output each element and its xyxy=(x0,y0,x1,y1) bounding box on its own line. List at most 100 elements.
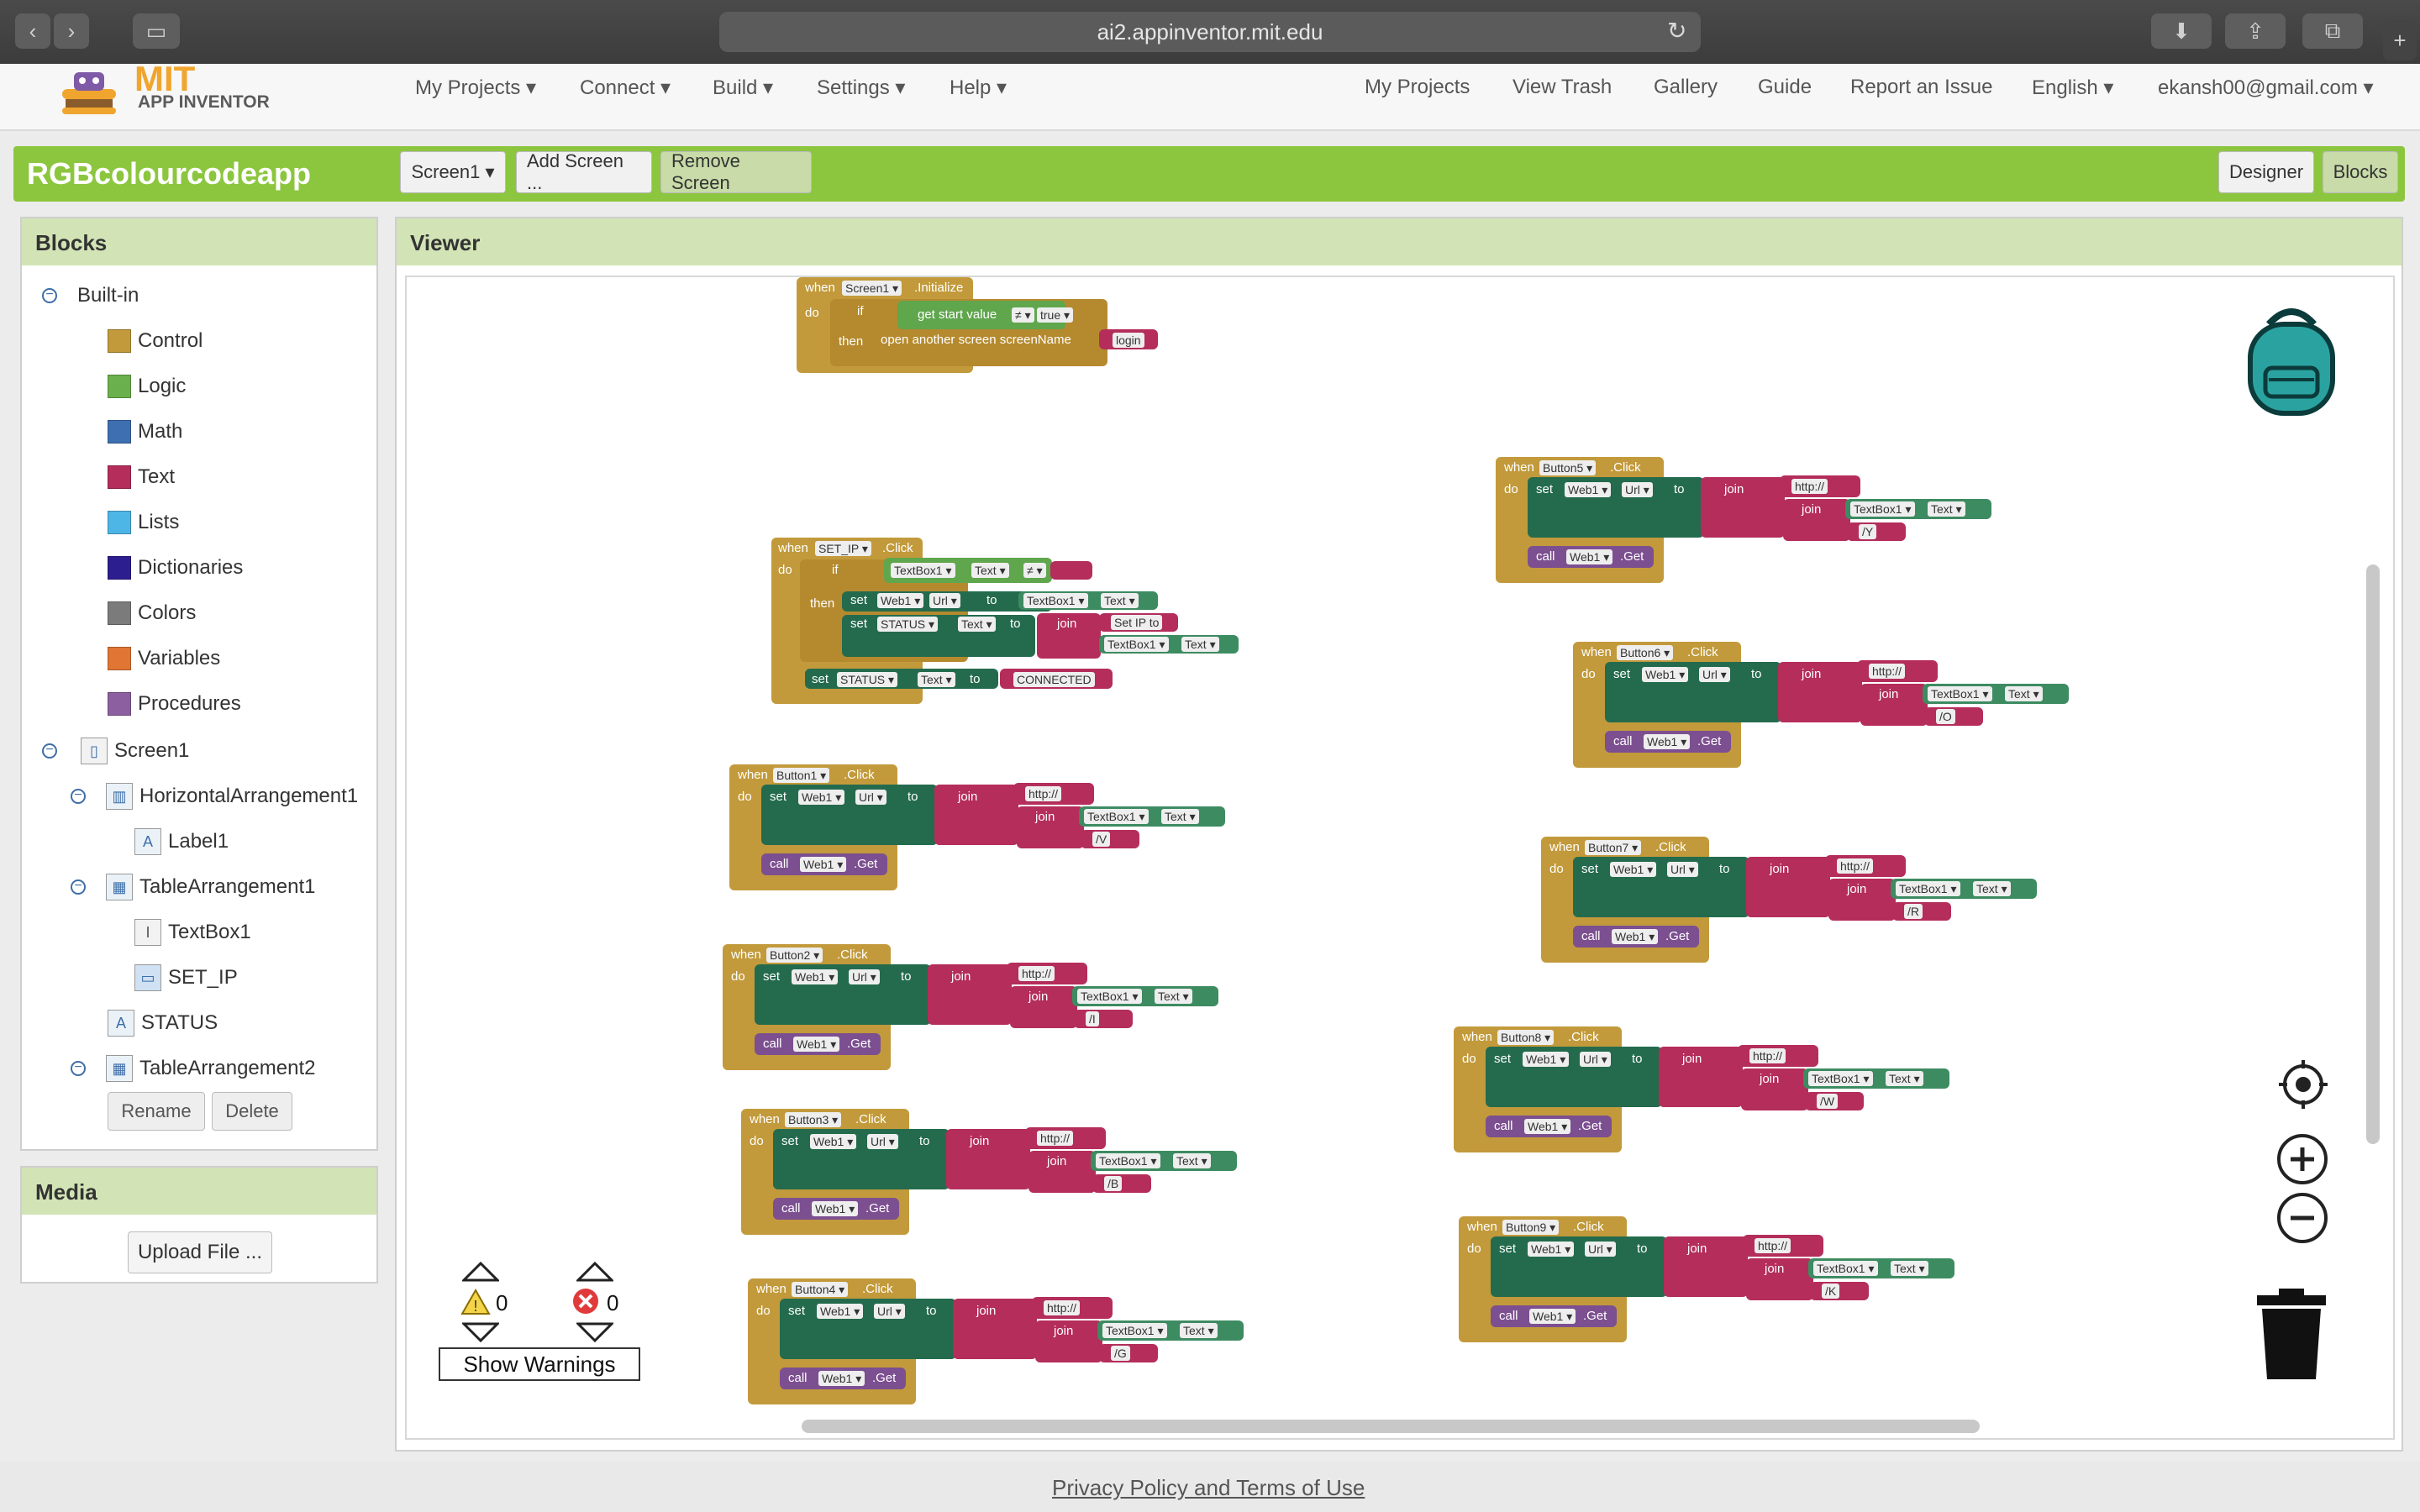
textbox-select[interactable]: TextBox1 ▾ xyxy=(1928,686,1992,701)
category-math[interactable]: Math xyxy=(108,420,182,444)
add-screen-button[interactable]: Add Screen ... xyxy=(516,150,652,193)
upload-file-button[interactable]: Upload File ... xyxy=(128,1231,272,1273)
chevron-right-icon[interactable]: › xyxy=(54,13,89,49)
plus-icon[interactable]: + xyxy=(2383,20,2417,60)
category-dictionaries[interactable]: Dictionaries xyxy=(108,556,243,580)
trash-icon[interactable] xyxy=(2254,1287,2329,1381)
collapse-icon[interactable]: − xyxy=(42,288,57,303)
backpack-icon[interactable] xyxy=(2235,299,2348,417)
set-ip-click-block[interactable]: when SET_IP ▾ .Click do if TextBox1 ▾ Text ▾ ≠ … xyxy=(771,538,1242,706)
text-prop-select[interactable]: Text ▾ xyxy=(971,563,1009,578)
web-select[interactable]: Web1 ▾ xyxy=(1566,549,1613,564)
tree-table-arrangement2[interactable]: − ▦ TableArrangement2 xyxy=(71,1055,315,1082)
vertical-scrollbar[interactable] xyxy=(2366,564,2380,1144)
component-select[interactable]: Screen1 ▾ xyxy=(842,281,902,296)
nav-guide-link[interactable]: Guide xyxy=(1758,76,1812,99)
text-prop-select[interactable]: Text ▾ xyxy=(918,672,955,687)
component-select[interactable]: Button5 ▾ xyxy=(1539,460,1597,475)
textbox-select[interactable]: TextBox1 ▾ xyxy=(1102,1323,1167,1338)
url-select[interactable]: Url ▾ xyxy=(1699,667,1730,682)
suffix-string[interactable]: /V xyxy=(1092,832,1111,847)
nav-view-trash-link[interactable]: View Trash xyxy=(1512,76,1612,99)
warning-next-icon[interactable] xyxy=(460,1322,501,1344)
button-click-event-block[interactable]: when Button8 ▾ .Click do set Web1 ▾ Url ▾ to joi… xyxy=(1454,1026,1975,1152)
status-select[interactable]: STATUS ▾ xyxy=(877,617,939,632)
zoom-in-icon[interactable] xyxy=(2275,1132,2329,1186)
web-select[interactable]: Web1 ▾ xyxy=(793,1037,840,1052)
rename-button[interactable]: Rename xyxy=(108,1092,205,1131)
textbox-select[interactable]: TextBox1 ▾ xyxy=(1813,1261,1878,1276)
suffix-string[interactable]: /R xyxy=(1904,904,1923,919)
web-select[interactable]: Web1 ▾ xyxy=(1612,929,1659,944)
http-string[interactable]: http:// xyxy=(1037,1131,1074,1146)
url-select[interactable]: Url ▾ xyxy=(855,790,886,805)
component-select[interactable]: Button4 ▾ xyxy=(792,1282,849,1297)
nav-language-menu[interactable]: English ▾ xyxy=(2032,76,2113,100)
privacy-policy-link[interactable]: Privacy Policy and Terms of Use xyxy=(1052,1475,1365,1501)
url-select[interactable]: Url ▾ xyxy=(929,593,960,608)
http-string[interactable]: http:// xyxy=(1018,966,1055,981)
web-select[interactable]: Web1 ▾ xyxy=(818,1371,865,1386)
zoom-out-icon[interactable] xyxy=(2275,1191,2329,1245)
share-icon[interactable]: ⇪ xyxy=(2225,13,2286,49)
web-select[interactable]: Web1 ▾ xyxy=(812,1201,859,1216)
nav-help-menu[interactable]: Help ▾ xyxy=(950,76,1007,100)
set-ip-string[interactable]: Set IP to xyxy=(1111,615,1163,630)
chevron-left-icon[interactable]: ‹ xyxy=(15,13,50,49)
web-select[interactable]: Web1 ▾ xyxy=(798,790,845,805)
text-prop-select[interactable]: Text ▾ xyxy=(958,617,996,632)
screen-select[interactable]: Screen1 ▾ xyxy=(400,151,506,193)
text-prop-select[interactable]: Text ▾ xyxy=(1155,989,1192,1004)
web-select[interactable]: Web1 ▾ xyxy=(1529,1309,1576,1324)
http-string[interactable]: http:// xyxy=(1044,1300,1081,1315)
text-prop-select[interactable]: Text ▾ xyxy=(1173,1153,1211,1168)
connected-string[interactable]: CONNECTED xyxy=(1013,672,1095,687)
url-select[interactable]: Url ▾ xyxy=(1667,862,1698,877)
category-colors[interactable]: Colors xyxy=(108,601,196,625)
url-select[interactable]: Url ▾ xyxy=(874,1304,905,1319)
web-select[interactable]: Web1 ▾ xyxy=(792,969,839,984)
suffix-string[interactable]: /B xyxy=(1104,1176,1123,1191)
button-click-event-block[interactable]: when Button3 ▾ .Click do set Web1 ▾ Url ▾ to joi… xyxy=(741,1109,1262,1235)
textbox-select[interactable]: TextBox1 ▾ xyxy=(891,563,955,578)
delete-button[interactable]: Delete xyxy=(212,1092,292,1131)
button-click-event-block[interactable]: when Button7 ▾ .Click do set Web1 ▾ Url ▾ to joi… xyxy=(1541,837,2062,963)
text-prop-select[interactable]: Text ▾ xyxy=(2005,686,2043,701)
http-string[interactable]: http:// xyxy=(1749,1048,1786,1063)
web-select[interactable]: Web1 ▾ xyxy=(817,1304,864,1319)
suffix-string[interactable]: /O xyxy=(1936,709,1955,724)
url-select[interactable]: Url ▾ xyxy=(1580,1052,1611,1067)
web-select[interactable]: Web1 ▾ xyxy=(1610,862,1657,877)
http-string[interactable]: http:// xyxy=(1837,858,1874,874)
web-select[interactable]: Web1 ▾ xyxy=(1528,1242,1575,1257)
textbox-select[interactable]: TextBox1 ▾ xyxy=(1104,637,1169,652)
button-click-event-block[interactable]: when Button1 ▾ .Click do set Web1 ▾ Url ▾ to joi… xyxy=(729,764,1250,890)
show-warnings-button[interactable]: Show Warnings xyxy=(439,1347,640,1381)
web-select[interactable]: Web1 ▾ xyxy=(1642,667,1689,682)
empty-string-block[interactable] xyxy=(1050,561,1092,580)
designer-button[interactable]: Designer xyxy=(2218,151,2314,193)
textbox-select[interactable]: TextBox1 ▾ xyxy=(1023,593,1088,608)
web-select[interactable]: Web1 ▾ xyxy=(1523,1052,1570,1067)
nav-my-projects-link[interactable]: My Projects xyxy=(1365,76,1470,99)
category-variables[interactable]: Variables xyxy=(108,647,220,670)
text-prop-select[interactable]: Text ▾ xyxy=(1180,1323,1218,1338)
true-select[interactable]: true ▾ xyxy=(1037,307,1074,323)
component-select[interactable]: Button8 ▾ xyxy=(1497,1030,1555,1045)
tree-set-ip[interactable]: ▭ SET_IP xyxy=(134,964,238,991)
web-select[interactable]: Web1 ▾ xyxy=(1565,482,1612,497)
textbox-select[interactable]: TextBox1 ▾ xyxy=(1084,809,1149,824)
tree-screen1[interactable]: − ▯ Screen1 xyxy=(42,738,189,764)
screen-initialize-block[interactable]: when Screen1 ▾ .Initialize do if get start va… xyxy=(797,277,1166,373)
collapse-icon[interactable]: − xyxy=(42,743,57,759)
category-text[interactable]: Text xyxy=(108,465,175,489)
reload-icon[interactable]: ↻ xyxy=(1667,17,1697,47)
url-select[interactable]: Url ▾ xyxy=(1585,1242,1616,1257)
category-control[interactable]: Control xyxy=(108,329,203,353)
component-select[interactable]: Button1 ▾ xyxy=(773,768,830,783)
tabs-icon[interactable]: ⧉ xyxy=(2302,13,2363,49)
suffix-string[interactable]: /I xyxy=(1086,1011,1099,1026)
address-bar[interactable]: ai2.appinventor.mit.edu xyxy=(719,12,1701,52)
suffix-string-block[interactable] xyxy=(1074,1010,1133,1028)
web-select[interactable]: Web1 ▾ xyxy=(800,857,847,872)
